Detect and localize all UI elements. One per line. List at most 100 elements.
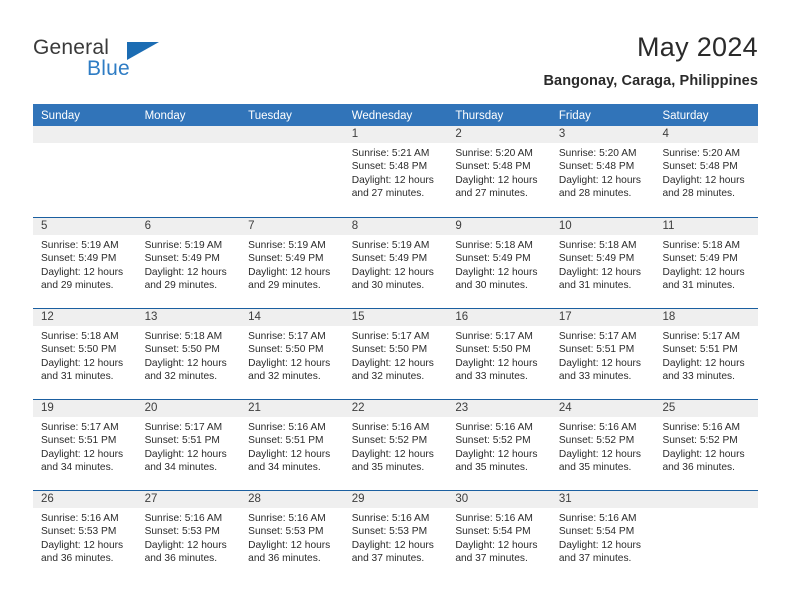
day-number: 24 xyxy=(550,400,655,417)
calendar-day-cell[interactable]: 3 Sunrise: 5:20 AM Sunset: 5:48 PM Daylig… xyxy=(550,126,655,217)
brand-logo[interactable]: General Blue xyxy=(33,36,213,86)
calendar-day-cell[interactable]: 11 Sunrise: 5:18 AM Sunset: 5:49 PM Dayli… xyxy=(654,218,759,308)
day-sun-info: Sunrise: 5:16 AM Sunset: 5:51 PM Dayligh… xyxy=(248,422,331,474)
calendar-day-cell[interactable]: 5 Sunrise: 5:19 AM Sunset: 5:49 PM Daylig… xyxy=(33,218,137,308)
day-sun-info: Sunrise: 5:17 AM Sunset: 5:50 PM Dayligh… xyxy=(455,331,538,383)
day-number: 25 xyxy=(654,400,759,417)
day-number: 11 xyxy=(654,218,759,235)
day-sun-info: Sunrise: 5:18 AM Sunset: 5:50 PM Dayligh… xyxy=(144,331,227,383)
day-number: 28 xyxy=(240,491,344,508)
day-sun-info: Sunrise: 5:19 AM Sunset: 5:49 PM Dayligh… xyxy=(144,240,227,292)
calendar-week-row: 19 Sunrise: 5:17 AM Sunset: 5:51 PM Dayli… xyxy=(33,399,759,490)
day-number: 21 xyxy=(240,400,344,417)
calendar-day-cell[interactable]: 16 Sunrise: 5:17 AM Sunset: 5:50 PM Dayli… xyxy=(447,309,551,399)
calendar-day-cell[interactable]: 24 Sunrise: 5:16 AM Sunset: 5:52 PM Dayli… xyxy=(550,400,655,490)
calendar-day-cell[interactable]: 19 Sunrise: 5:17 AM Sunset: 5:51 PM Dayli… xyxy=(33,400,137,490)
day-number: 13 xyxy=(136,309,241,326)
day-number: 2 xyxy=(447,126,551,143)
calendar-day-cell[interactable]: 7 Sunrise: 5:19 AM Sunset: 5:49 PM Daylig… xyxy=(240,218,344,308)
day-sun-info: Sunrise: 5:16 AM Sunset: 5:52 PM Dayligh… xyxy=(662,422,745,474)
calendar-day-cell[interactable]: 20 Sunrise: 5:17 AM Sunset: 5:51 PM Dayli… xyxy=(136,400,241,490)
calendar-cell-empty xyxy=(33,126,137,217)
day-sun-info: Sunrise: 5:17 AM Sunset: 5:51 PM Dayligh… xyxy=(558,331,642,383)
calendar-day-cell[interactable]: 29 Sunrise: 5:16 AM Sunset: 5:53 PM Dayli… xyxy=(343,491,448,581)
page-title: May 2024 xyxy=(637,32,758,62)
calendar-day-cell[interactable]: 6 Sunrise: 5:19 AM Sunset: 5:49 PM Daylig… xyxy=(136,218,241,308)
weekday-header-friday: Friday xyxy=(558,110,591,122)
calendar-week-row: 26 Sunrise: 5:16 AM Sunset: 5:53 PM Dayli… xyxy=(33,490,759,581)
day-sun-info: Sunrise: 5:19 AM Sunset: 5:49 PM Dayligh… xyxy=(41,240,124,292)
day-number: 8 xyxy=(343,218,448,235)
calendar-cell-empty xyxy=(654,491,759,581)
day-sun-info: Sunrise: 5:18 AM Sunset: 5:50 PM Dayligh… xyxy=(41,331,124,383)
day-sun-info xyxy=(240,143,344,147)
day-sun-info: Sunrise: 5:17 AM Sunset: 5:51 PM Dayligh… xyxy=(144,422,227,474)
calendar-day-cell[interactable]: 13 Sunrise: 5:18 AM Sunset: 5:50 PM Dayli… xyxy=(136,309,241,399)
calendar-day-cell[interactable]: 21 Sunrise: 5:16 AM Sunset: 5:51 PM Dayli… xyxy=(240,400,344,490)
brand-name-blue: Blue xyxy=(87,57,130,80)
weekday-header-wednesday: Wednesday xyxy=(351,110,413,122)
calendar-day-cell[interactable]: 27 Sunrise: 5:16 AM Sunset: 5:53 PM Dayli… xyxy=(136,491,241,581)
calendar-day-cell[interactable]: 2 Sunrise: 5:20 AM Sunset: 5:48 PM Daylig… xyxy=(447,126,551,217)
calendar-day-cell[interactable]: 28 Sunrise: 5:16 AM Sunset: 5:53 PM Dayli… xyxy=(240,491,344,581)
day-sun-info: Sunrise: 5:20 AM Sunset: 5:48 PM Dayligh… xyxy=(558,148,642,200)
day-sun-info xyxy=(33,143,137,147)
day-sun-info xyxy=(654,508,758,512)
calendar-day-cell[interactable]: 17 Sunrise: 5:17 AM Sunset: 5:51 PM Dayli… xyxy=(550,309,655,399)
day-number: 7 xyxy=(240,218,344,235)
calendar-day-cell[interactable]: 26 Sunrise: 5:16 AM Sunset: 5:53 PM Dayli… xyxy=(33,491,137,581)
weekday-header-sunday: Sunday xyxy=(41,110,81,122)
calendar-day-cell[interactable]: 22 Sunrise: 5:16 AM Sunset: 5:52 PM Dayli… xyxy=(343,400,448,490)
title-block: May 2024 Bangonay, Caraga, Philippines xyxy=(543,30,758,89)
day-number: 10 xyxy=(550,218,655,235)
calendar-day-cell[interactable]: 8 Sunrise: 5:19 AM Sunset: 5:49 PM Daylig… xyxy=(343,218,448,308)
day-number: 27 xyxy=(136,491,241,508)
day-number: 19 xyxy=(33,400,137,417)
calendar-day-cell[interactable]: 18 Sunrise: 5:17 AM Sunset: 5:51 PM Dayli… xyxy=(654,309,759,399)
calendar-week-row: 1 Sunrise: 5:21 AM Sunset: 5:48 PM Daylig… xyxy=(33,126,759,217)
calendar-cell-empty xyxy=(136,126,241,217)
day-number: 18 xyxy=(654,309,759,326)
day-number: 14 xyxy=(240,309,344,326)
weekday-header-tuesday: Tuesday xyxy=(248,110,292,122)
day-sun-info: Sunrise: 5:16 AM Sunset: 5:53 PM Dayligh… xyxy=(41,513,124,565)
calendar-day-cell[interactable]: 4 Sunrise: 5:20 AM Sunset: 5:48 PM Daylig… xyxy=(654,126,759,217)
calendar-day-cell[interactable]: 23 Sunrise: 5:16 AM Sunset: 5:52 PM Dayli… xyxy=(447,400,551,490)
day-sun-info: Sunrise: 5:16 AM Sunset: 5:52 PM Dayligh… xyxy=(351,422,434,474)
day-sun-info: Sunrise: 5:19 AM Sunset: 5:49 PM Dayligh… xyxy=(351,240,434,292)
day-sun-info: Sunrise: 5:16 AM Sunset: 5:53 PM Dayligh… xyxy=(144,513,227,565)
calendar-day-cell[interactable]: 12 Sunrise: 5:18 AM Sunset: 5:50 PM Dayli… xyxy=(33,309,137,399)
calendar-cell-empty xyxy=(240,126,344,217)
day-sun-info: Sunrise: 5:16 AM Sunset: 5:52 PM Dayligh… xyxy=(558,422,642,474)
day-number: 22 xyxy=(343,400,448,417)
calendar-day-cell[interactable]: 30 Sunrise: 5:16 AM Sunset: 5:54 PM Dayli… xyxy=(447,491,551,581)
calendar-day-cell[interactable]: 14 Sunrise: 5:17 AM Sunset: 5:50 PM Dayli… xyxy=(240,309,344,399)
weekday-header-row: Sunday Monday Tuesday Wednesday Thursday Frid… xyxy=(33,104,758,126)
day-sun-info xyxy=(137,143,241,147)
day-number: 23 xyxy=(447,400,551,417)
calendar-day-cell[interactable]: 15 Sunrise: 5:17 AM Sunset: 5:50 PM Dayli… xyxy=(343,309,448,399)
calendar-grid: Sunday Monday Tuesday Wednesday Thursday Frid… xyxy=(33,104,759,581)
day-sun-info: Sunrise: 5:21 AM Sunset: 5:48 PM Dayligh… xyxy=(351,148,434,200)
day-sun-info: Sunrise: 5:16 AM Sunset: 5:54 PM Dayligh… xyxy=(558,513,642,565)
day-number: 5 xyxy=(33,218,137,235)
day-number xyxy=(136,126,241,143)
day-sun-info: Sunrise: 5:17 AM Sunset: 5:51 PM Dayligh… xyxy=(662,331,745,383)
day-number: 20 xyxy=(136,400,241,417)
day-sun-info: Sunrise: 5:17 AM Sunset: 5:50 PM Dayligh… xyxy=(248,331,331,383)
weekday-header-saturday: Saturday xyxy=(662,110,709,122)
day-sun-info: Sunrise: 5:16 AM Sunset: 5:53 PM Dayligh… xyxy=(248,513,331,565)
calendar-day-cell[interactable]: 9 Sunrise: 5:18 AM Sunset: 5:49 PM Daylig… xyxy=(447,218,551,308)
calendar-day-cell[interactable]: 31 Sunrise: 5:16 AM Sunset: 5:54 PM Dayli… xyxy=(550,491,655,581)
day-number: 9 xyxy=(447,218,551,235)
day-sun-info: Sunrise: 5:16 AM Sunset: 5:53 PM Dayligh… xyxy=(351,513,434,565)
calendar-page: General Blue May 2024 Bangonay, Caraga, … xyxy=(0,0,792,612)
day-number: 3 xyxy=(550,126,655,143)
calendar-week-row: 12 Sunrise: 5:18 AM Sunset: 5:50 PM Dayli… xyxy=(33,308,759,399)
day-sun-info: Sunrise: 5:20 AM Sunset: 5:48 PM Dayligh… xyxy=(455,148,538,200)
calendar-day-cell[interactable]: 25 Sunrise: 5:16 AM Sunset: 5:52 PM Dayli… xyxy=(654,400,759,490)
calendar-day-cell[interactable]: 10 Sunrise: 5:18 AM Sunset: 5:49 PM Dayli… xyxy=(550,218,655,308)
calendar-day-cell[interactable]: 1 Sunrise: 5:21 AM Sunset: 5:48 PM Daylig… xyxy=(343,126,448,217)
day-number: 12 xyxy=(33,309,137,326)
day-sun-info: Sunrise: 5:17 AM Sunset: 5:51 PM Dayligh… xyxy=(41,422,124,474)
